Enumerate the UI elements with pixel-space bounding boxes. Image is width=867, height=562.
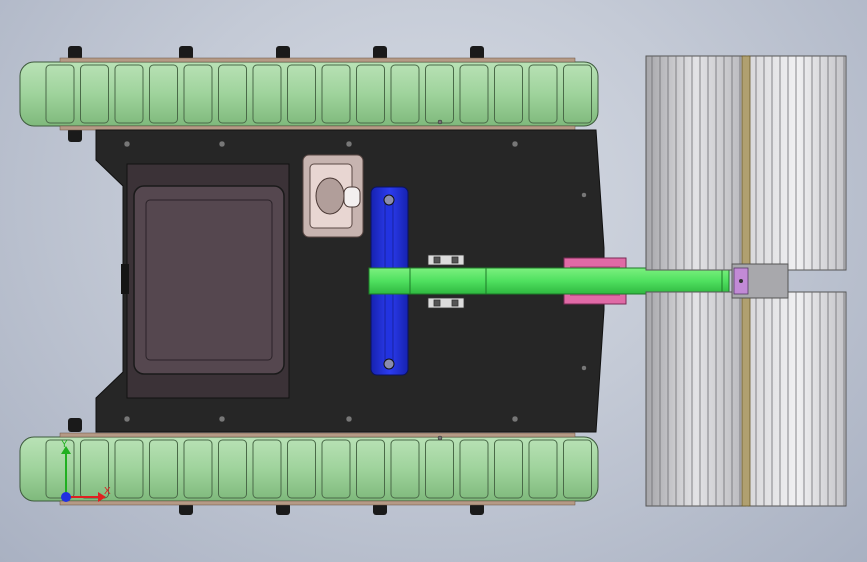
- cad-viewport[interactable]: X Y: [0, 0, 867, 562]
- battery-box[interactable]: [121, 163, 290, 399]
- top-track[interactable]: [19, 57, 599, 131]
- camera-mount[interactable]: [302, 154, 364, 238]
- brush-arm[interactable]: [368, 267, 730, 295]
- y-axis-label: Y: [61, 439, 68, 450]
- x-axis-label: X: [104, 486, 111, 497]
- robot-model: [19, 46, 847, 515]
